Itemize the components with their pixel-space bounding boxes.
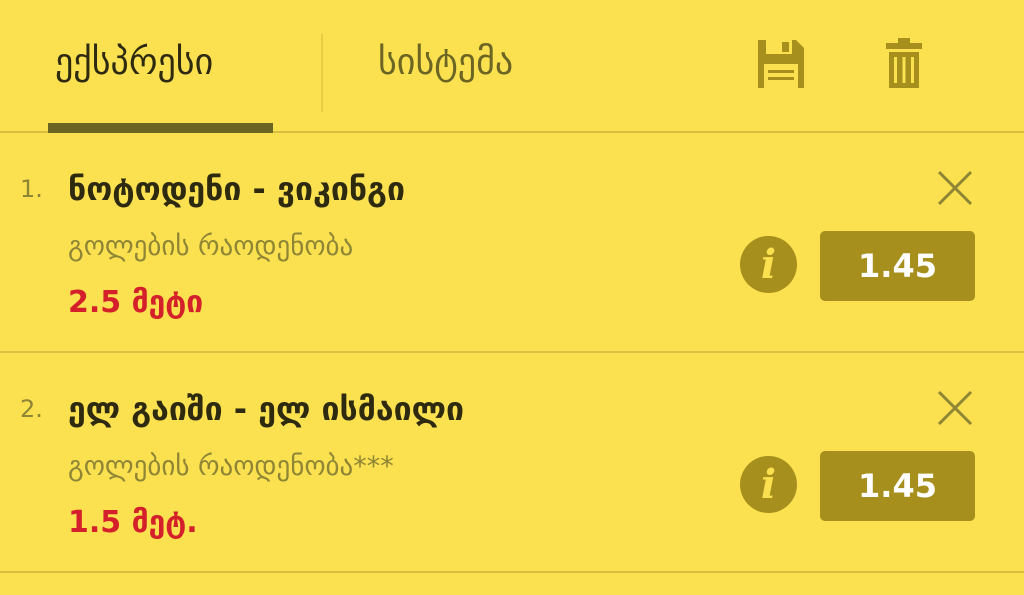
close-icon xyxy=(937,170,973,206)
event-title: ნოტოდენი - ვიკინგი xyxy=(68,170,405,208)
active-tab-underline xyxy=(48,123,273,133)
tab-system[interactable]: სისტემა xyxy=(378,38,513,88)
odds-button[interactable]: 1.45 xyxy=(820,231,975,301)
tab-express[interactable]: ექსპრესი xyxy=(55,38,213,88)
event-title: ელ გაიში - ელ ისმაილი xyxy=(68,390,465,428)
market-name: გოლების რაოდენობა xyxy=(68,231,354,262)
selected-pick: 1.5 მეტ. xyxy=(68,505,198,540)
save-icon-graphic xyxy=(758,40,804,88)
odds-button[interactable]: 1.45 xyxy=(820,451,975,521)
bet-slip-header: ექსპრესი სისტემა xyxy=(0,0,1024,133)
close-icon xyxy=(937,390,973,426)
selected-pick: 2.5 მეტი xyxy=(68,285,204,320)
bet-index: 1. xyxy=(20,175,43,203)
info-button[interactable]: i xyxy=(740,236,797,293)
next-row-edge xyxy=(0,573,1024,595)
market-name: გოლების რაოდენობა*** xyxy=(68,451,394,482)
tab-divider xyxy=(321,34,323,112)
bet-row: 1. ნოტოდენი - ვიკინგი გოლების რაოდენობა … xyxy=(0,133,1024,353)
remove-bet-button[interactable] xyxy=(936,169,974,207)
trash-icon[interactable] xyxy=(884,38,934,90)
remove-bet-button[interactable] xyxy=(936,389,974,427)
save-icon[interactable] xyxy=(756,38,806,90)
bet-index: 2. xyxy=(20,395,43,423)
trash-icon-graphic xyxy=(886,38,922,88)
bet-row: 2. ელ გაიში - ელ ისმაილი გოლების რაოდენო… xyxy=(0,353,1024,573)
info-button[interactable]: i xyxy=(740,456,797,513)
